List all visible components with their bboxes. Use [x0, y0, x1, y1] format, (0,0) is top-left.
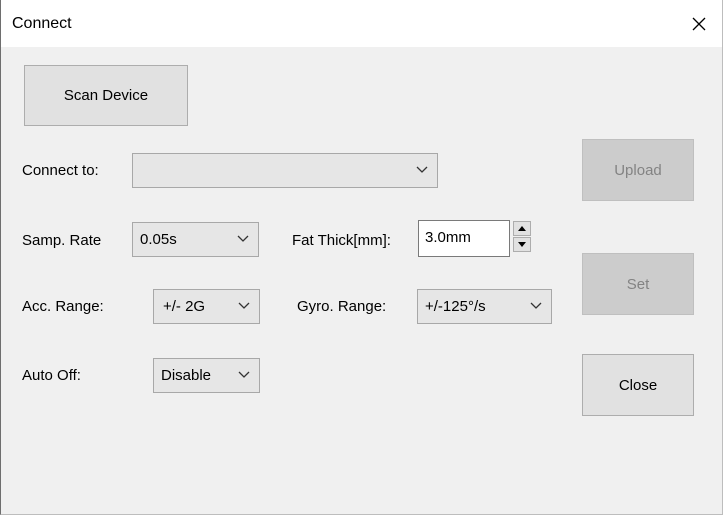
connect-to-label: Connect to: [22, 162, 99, 179]
acc-range-select[interactable]: +/- 2G [153, 289, 260, 324]
chevron-down-icon [238, 371, 250, 378]
triangle-down-icon [518, 242, 526, 247]
close-icon [692, 17, 706, 30]
fat-thick-value: 3.0mm [425, 229, 471, 246]
gyro-range-value: +/-125°/s [425, 298, 486, 315]
fat-thick-label: Fat Thick[mm]: [292, 232, 391, 249]
fat-thick-spin-down[interactable] [513, 237, 531, 252]
chevron-down-icon [416, 166, 428, 173]
chevron-down-icon [238, 302, 250, 309]
auto-off-value: Disable [161, 367, 212, 384]
chevron-down-icon [530, 302, 542, 309]
chevron-down-icon [237, 235, 249, 242]
close-button[interactable]: Close [582, 354, 694, 416]
scan-device-button[interactable]: Scan Device [24, 65, 188, 126]
connect-dialog: Connect Scan Device Connect to: Upload S… [0, 0, 723, 515]
set-button[interactable]: Set [582, 253, 694, 315]
window-close-button[interactable] [676, 0, 722, 47]
auto-off-select[interactable]: Disable [153, 358, 260, 393]
gyro-range-select[interactable]: +/-125°/s [417, 289, 552, 324]
fat-thick-spin-up[interactable] [513, 221, 531, 236]
samp-rate-value: 0.05s [140, 231, 177, 248]
gyro-range-label: Gyro. Range: [297, 298, 387, 315]
window-title: Connect [12, 15, 72, 32]
upload-button[interactable]: Upload [582, 139, 694, 201]
samp-rate-label: Samp. Rate [22, 232, 102, 249]
acc-range-value: +/- 2G [163, 298, 206, 315]
samp-rate-select[interactable]: 0.05s [132, 222, 259, 257]
fat-thick-input[interactable]: 3.0mm [418, 220, 510, 257]
auto-off-label: Auto Off: [22, 367, 81, 384]
title-bar: Connect [1, 0, 722, 47]
acc-range-label: Acc. Range: [22, 298, 104, 315]
triangle-up-icon [518, 226, 526, 231]
connect-to-select[interactable] [132, 153, 438, 188]
